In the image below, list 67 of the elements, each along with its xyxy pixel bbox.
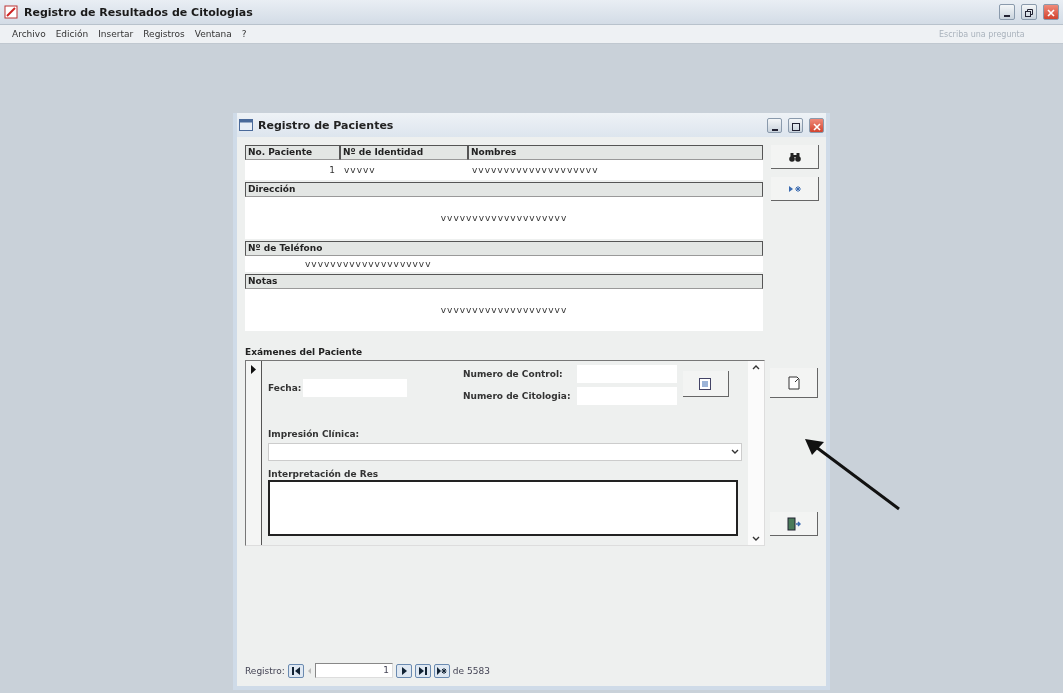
input-field[interactable]: vvvvvvvvvvvvvvvvvvvv [245, 197, 763, 239]
restore-button[interactable] [1021, 4, 1037, 20]
binoculars-icon [788, 151, 801, 162]
form-button[interactable] [682, 371, 729, 397]
search-button[interactable] [771, 145, 819, 169]
scroll-down-icon [752, 536, 760, 542]
menu-item[interactable]: Registros [143, 29, 185, 39]
form-icon [239, 119, 253, 131]
minimize-icon [1004, 15, 1010, 17]
menu-item[interactable]: Archivo [12, 29, 46, 39]
field-label: Dirección [245, 182, 763, 197]
menu-item[interactable]: Insertar [98, 29, 134, 39]
field-label: Notas [245, 274, 763, 289]
maximize-icon [791, 122, 800, 131]
new-record-button[interactable] [771, 177, 819, 201]
chevron-down-icon [731, 449, 739, 455]
field-label: Nº de Identidad [340, 145, 468, 160]
first-icon [290, 666, 301, 675]
next-record-button[interactable] [395, 663, 412, 678]
input-field[interactable]: 1 [245, 160, 340, 180]
input-field[interactable]: vvvvvvvvvvvvvvvvvvvv [245, 289, 763, 331]
scroll-up-icon [752, 364, 760, 370]
field-label: Nombres [468, 145, 763, 160]
input-field[interactable]: vvvvv [340, 160, 468, 180]
field-label: Nº de Teléfono [245, 241, 763, 256]
field-label: Impresión Clínica: [268, 429, 360, 439]
exit-button[interactable] [770, 512, 818, 536]
app-icon [4, 5, 18, 19]
menu-item[interactable]: Ventana [194, 29, 232, 39]
field-label: Numero de Citologia: [463, 391, 571, 401]
new-record-icon [787, 184, 802, 193]
record-selector-icon [251, 365, 256, 374]
record-label: Registro: [245, 665, 285, 676]
maximize-button[interactable] [788, 117, 803, 133]
first-record-button[interactable] [287, 663, 304, 678]
close-icon [1047, 9, 1055, 17]
last-record-button[interactable] [414, 663, 431, 678]
question-field[interactable]: Escriba una pregunta [937, 28, 1051, 40]
menu-item[interactable]: Edición [55, 29, 89, 39]
record-number-field[interactable]: 1 [314, 663, 393, 678]
input-field[interactable]: vvvvvvvvvvvvvvvvvvvv [468, 160, 763, 180]
new-record-nav-button[interactable] [433, 663, 450, 678]
field-label: Interpretación de Res [268, 469, 379, 479]
form-view-icon [699, 377, 711, 390]
minimize-button[interactable] [767, 117, 782, 133]
close-icon [812, 122, 821, 131]
input-field[interactable]: vvvvvvvvvvvvvvvvvvvv [245, 256, 763, 272]
minimize-icon [771, 128, 778, 131]
close-button[interactable] [809, 117, 824, 133]
door-exit-icon [786, 516, 801, 531]
minimize-button[interactable] [999, 4, 1015, 20]
form-title: Registro de Pacientes [258, 118, 395, 132]
field-label: No. Paciente [245, 145, 340, 160]
text-area[interactable] [268, 480, 738, 536]
window-title: Registro de Resultados de Citologias [24, 5, 254, 19]
menu-item[interactable]: ? [241, 29, 247, 39]
last-icon [417, 666, 428, 675]
subform-title: Exámenes del Paciente [245, 347, 363, 357]
field-label: Fecha: [268, 383, 302, 393]
record-count: de 5583 [452, 665, 490, 676]
restore-icon [1025, 9, 1033, 17]
document-icon [787, 375, 800, 390]
new-document-button[interactable] [770, 368, 818, 398]
field-label: Numero de Control: [463, 369, 564, 379]
close-button[interactable] [1043, 4, 1059, 20]
new-record-icon [436, 666, 447, 675]
previous-icon [306, 666, 312, 675]
